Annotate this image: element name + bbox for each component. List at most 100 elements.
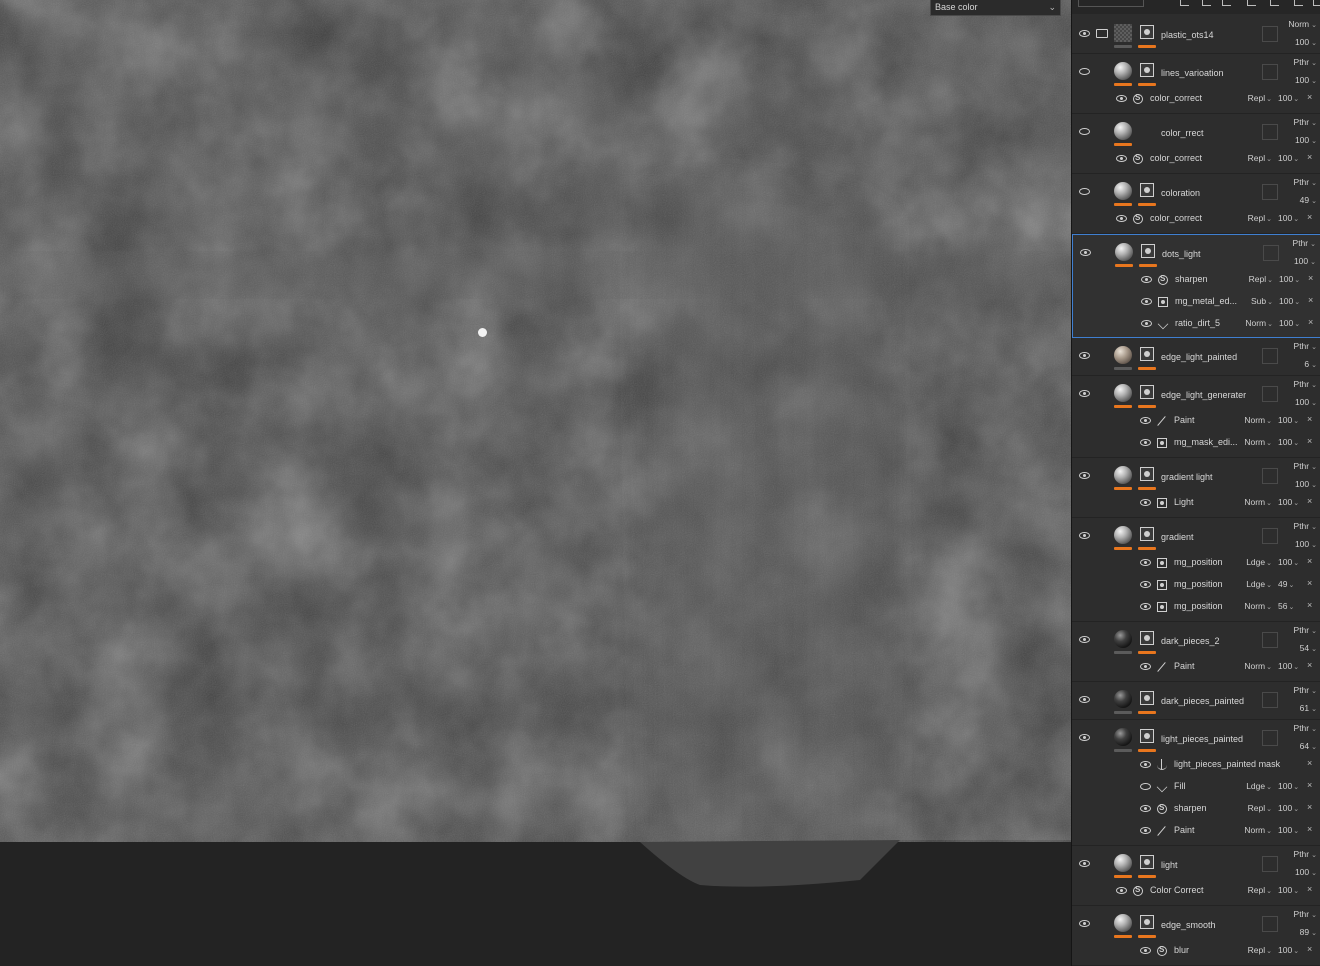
opacity-field[interactable]: 100⌄ <box>1295 135 1317 145</box>
close-icon[interactable]: × <box>1307 802 1312 812</box>
layer-row[interactable]: dots_lightPthr⌄100⌄sharpenRepl⌄100⌄×mg_m… <box>1072 234 1320 338</box>
opacity-field[interactable]: 61 ⌄ <box>1300 703 1317 713</box>
blend-mode-select[interactable]: Repl⌄ <box>1240 213 1272 223</box>
effect-row[interactable]: blurRepl⌄100⌄× <box>1072 940 1320 962</box>
layer-thumbnail[interactable] <box>1114 384 1132 402</box>
blend-mode-select[interactable]: Repl⌄ <box>1240 803 1272 813</box>
opacity-field[interactable]: 56⌄ <box>1278 601 1294 611</box>
effect-row[interactable]: Paint Norm⌄ 100⌄ × <box>1072 820 1320 842</box>
tool-icon[interactable] <box>1270 0 1279 6</box>
layer-link-box[interactable] <box>1262 632 1278 648</box>
layer-link-box[interactable] <box>1262 124 1278 140</box>
mask-thumbnail[interactable] <box>1140 527 1154 541</box>
opacity-field[interactable]: 100⌄ <box>1278 557 1299 567</box>
effect-row[interactable]: Paint Norm⌄ 100⌄ × <box>1072 656 1320 678</box>
opacity-field[interactable]: 100⌄ <box>1278 781 1299 791</box>
close-icon[interactable]: × <box>1307 556 1312 566</box>
close-icon[interactable]: × <box>1307 884 1312 894</box>
layer-row[interactable]: lightPthr⌄100⌄Color CorrectRepl⌄100⌄× <box>1072 846 1320 906</box>
opacity-field[interactable]: 100⌄ <box>1295 867 1317 877</box>
blend-mode-select[interactable]: Pthr ⌄ <box>1294 723 1317 733</box>
tool-icon[interactable] <box>1202 0 1211 6</box>
layer-thumbnail[interactable] <box>1114 466 1132 484</box>
eye-icon[interactable] <box>1140 581 1151 588</box>
blend-mode-select[interactable]: Pthr ⌄ <box>1294 379 1317 389</box>
eye-closed-icon[interactable] <box>1079 128 1090 135</box>
close-icon[interactable]: × <box>1307 496 1312 506</box>
blend-mode-select[interactable]: Pthr ⌄ <box>1294 849 1317 859</box>
opacity-field[interactable]: 100⌄ <box>1278 415 1299 425</box>
eye-icon[interactable] <box>1141 320 1152 327</box>
close-icon[interactable]: × <box>1307 660 1312 670</box>
opacity-field[interactable]: 100⌄ <box>1278 661 1299 671</box>
opacity-field[interactable]: 100⌄ <box>1295 539 1317 549</box>
blend-mode-select[interactable]: Ldge⌄ <box>1240 557 1272 567</box>
mask-thumbnail[interactable] <box>1141 244 1155 258</box>
opacity-field[interactable]: 54 ⌄ <box>1300 643 1317 653</box>
eye-icon[interactable] <box>1079 352 1090 359</box>
blend-mode-select[interactable]: Repl⌄ <box>1241 274 1273 284</box>
effect-row[interactable]: color_correctRepl⌄100⌄× <box>1072 208 1320 230</box>
layer-row[interactable]: colorationPthr⌄49⌄color_correctRepl⌄100⌄… <box>1072 174 1320 234</box>
close-icon[interactable]: × <box>1307 944 1312 954</box>
effect-row[interactable]: Light Norm⌄ 100⌄ × <box>1072 492 1320 514</box>
effect-row[interactable]: sharpenRepl⌄100⌄× <box>1073 269 1320 291</box>
blend-mode-select[interactable]: Pthr ⌄ <box>1294 685 1317 695</box>
effect-row[interactable]: color_correctRepl⌄100⌄× <box>1072 148 1320 170</box>
eye-icon[interactable] <box>1079 920 1090 927</box>
eye-icon[interactable] <box>1079 30 1090 37</box>
close-icon[interactable]: × <box>1307 92 1312 102</box>
opacity-field[interactable]: 100⌄ <box>1295 75 1317 85</box>
opacity-field[interactable]: 100⌄ <box>1295 37 1317 47</box>
panel-channel-select[interactable] <box>1078 0 1144 7</box>
blend-mode-select[interactable]: Norm⌄ <box>1240 661 1272 671</box>
opacity-field[interactable]: 100⌄ <box>1278 437 1299 447</box>
opacity-field[interactable]: 100⌄ <box>1278 803 1299 813</box>
opacity-field[interactable]: 64 ⌄ <box>1300 741 1317 751</box>
tool-icon[interactable] <box>1180 0 1189 6</box>
layer-row[interactable]: dark_pieces_painted Pthr ⌄ 61 ⌄ <box>1072 682 1320 720</box>
eye-icon[interactable] <box>1140 827 1151 834</box>
close-icon[interactable]: × <box>1307 600 1312 610</box>
opacity-field[interactable]: 100⌄ <box>1278 497 1299 507</box>
eye-icon[interactable] <box>1141 276 1152 283</box>
eye-icon[interactable] <box>1140 499 1151 506</box>
layer-thumbnail[interactable] <box>1114 182 1132 200</box>
mask-thumbnail[interactable] <box>1140 385 1154 399</box>
eye-closed-icon[interactable] <box>1079 68 1090 75</box>
opacity-field[interactable]: 6 ⌄ <box>1304 359 1317 369</box>
effect-row[interactable]: mg_position Ldge⌄ 49⌄ × <box>1072 574 1320 596</box>
layer-thumbnail[interactable] <box>1114 62 1132 80</box>
layer-thumbnail[interactable] <box>1114 24 1132 42</box>
mask-thumbnail[interactable] <box>1140 729 1154 743</box>
eye-icon[interactable] <box>1140 439 1151 446</box>
opacity-field[interactable]: 100⌄ <box>1278 885 1299 895</box>
blend-mode-select[interactable]: Pthr ⌄ <box>1294 625 1317 635</box>
effect-row[interactable]: light_pieces_painted mask × <box>1072 754 1320 776</box>
blend-mode-select[interactable]: Repl⌄ <box>1240 153 1272 163</box>
eye-icon[interactable] <box>1079 472 1090 479</box>
layer-link-box[interactable] <box>1262 528 1278 544</box>
blend-mode-select[interactable]: Norm⌄ <box>1241 318 1273 328</box>
close-icon[interactable]: × <box>1307 824 1312 834</box>
layer-link-box[interactable] <box>1262 468 1278 484</box>
layer-thumbnail[interactable] <box>1114 346 1132 364</box>
opacity-field[interactable]: 100⌄ <box>1294 256 1316 266</box>
layer-link-box[interactable] <box>1262 26 1278 42</box>
blend-mode-select[interactable]: Sub⌄ <box>1241 296 1273 306</box>
blend-mode-select[interactable]: Repl⌄ <box>1240 945 1272 955</box>
eye-icon[interactable] <box>1116 215 1127 222</box>
layer-link-box[interactable] <box>1262 692 1278 708</box>
blend-mode-select[interactable]: Norm⌄ <box>1240 415 1272 425</box>
opacity-field[interactable]: 100⌄ <box>1279 274 1300 284</box>
eye-icon[interactable] <box>1140 417 1151 424</box>
layer-row[interactable]: gradient Pthr ⌄ 100 ⌄ mg_position Ldge⌄ 100⌄ × mg… <box>1072 518 1320 622</box>
blend-mode-select[interactable]: Pthr ⌄ <box>1294 461 1317 471</box>
close-icon[interactable]: × <box>1308 295 1313 305</box>
close-icon[interactable]: × <box>1307 436 1312 446</box>
tool-icon[interactable] <box>1294 0 1303 6</box>
effect-row[interactable]: color_correctRepl⌄100⌄× <box>1072 88 1320 110</box>
mask-thumbnail[interactable] <box>1140 855 1154 869</box>
effect-row[interactable]: mg_mask_edi... Norm⌄ 100⌄ × <box>1072 432 1320 454</box>
eye-closed-icon[interactable] <box>1079 188 1090 195</box>
